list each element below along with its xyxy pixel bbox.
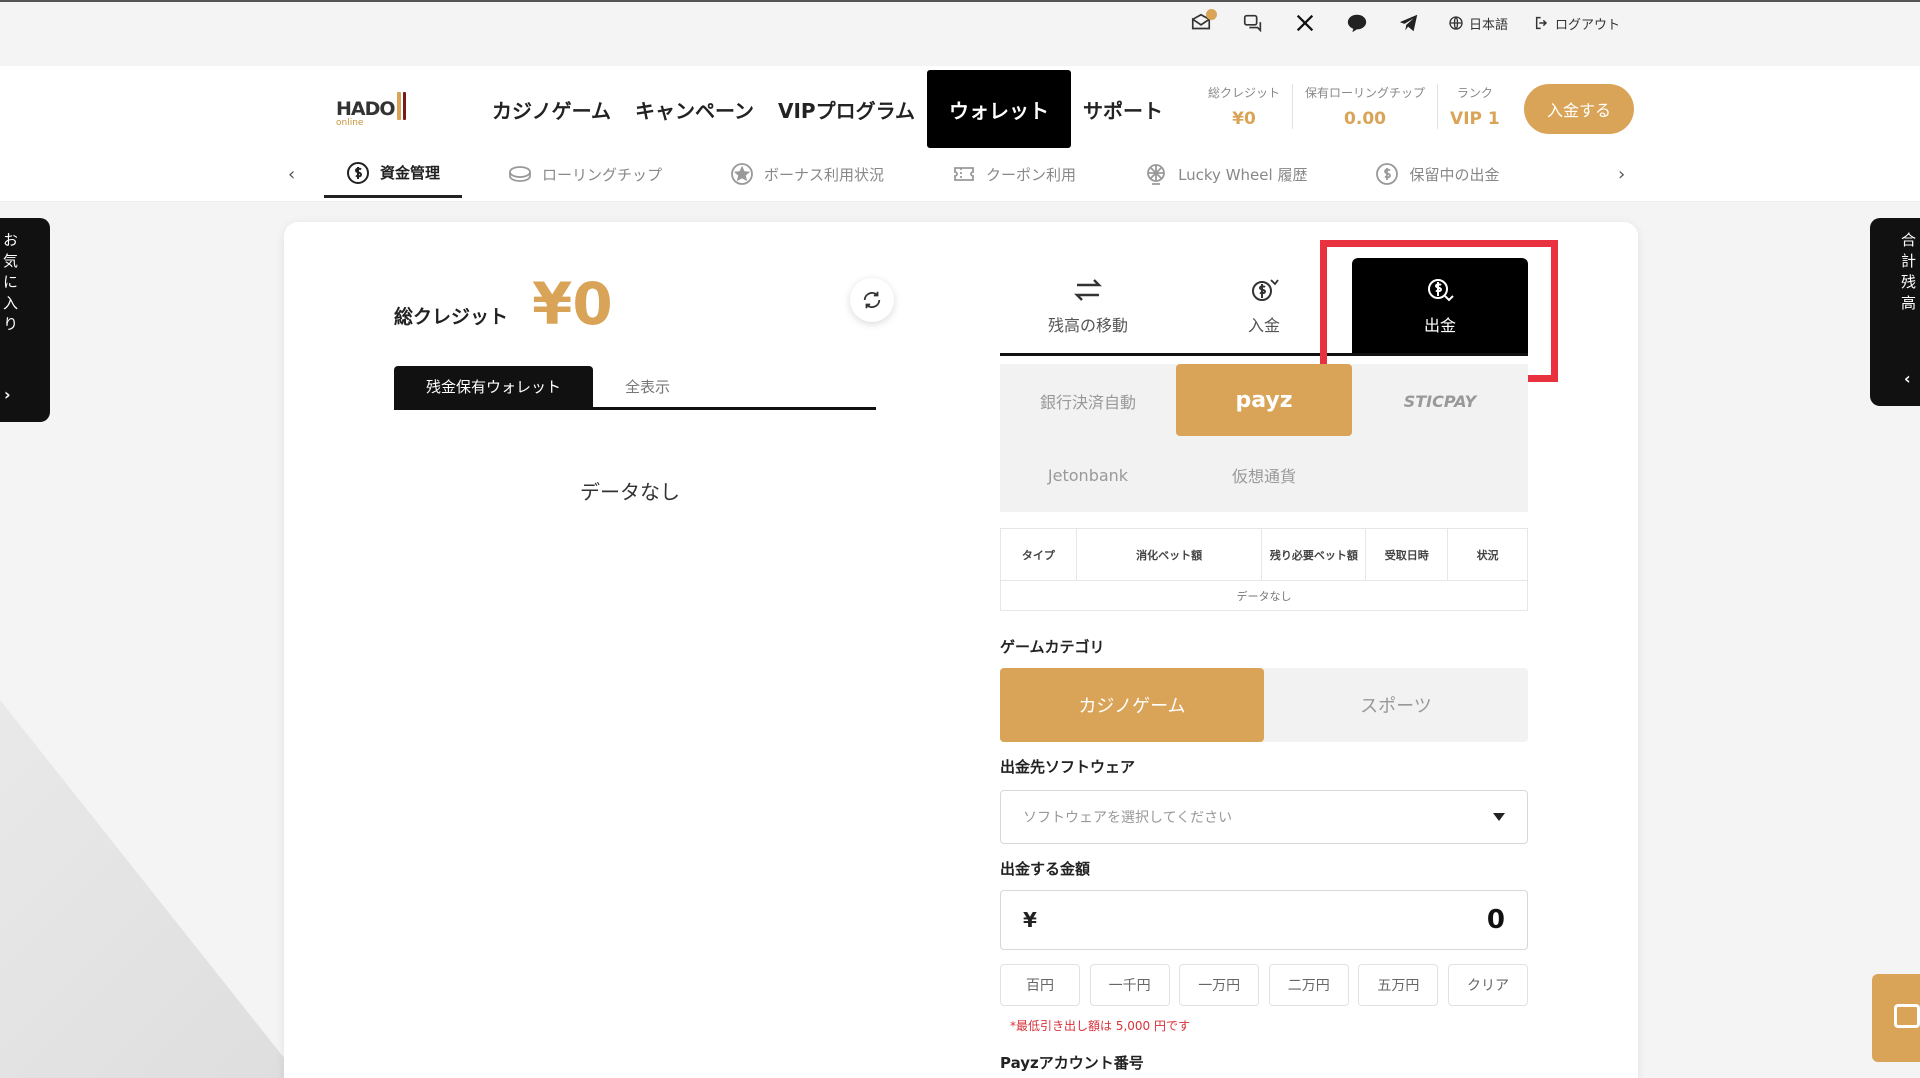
language-selector[interactable]: 日本語: [1448, 14, 1508, 33]
deposit-button[interactable]: 入金する: [1524, 84, 1634, 134]
clear-amount-button[interactable]: クリア: [1447, 964, 1528, 1006]
logout-label: ログアウト: [1554, 17, 1620, 33]
transfer-arrows-icon: [1074, 278, 1102, 301]
col-type: タイプ: [1000, 528, 1077, 581]
wallet-empty-message: データなし: [580, 480, 680, 504]
subnav-next-arrow-icon[interactable]: ›: [1618, 164, 1625, 185]
tab-balance-wallet[interactable]: 残金保有ウォレット: [394, 366, 594, 407]
chat-bubbles-icon[interactable]: [1240, 10, 1266, 36]
live-chat-button[interactable]: [1872, 974, 1920, 1062]
tab-deposit[interactable]: 入金: [1176, 258, 1352, 353]
main-nav: カジノゲーム キャンペーン VIPプログラム ウォレット サポート: [480, 70, 1175, 148]
nav-support[interactable]: サポート: [1071, 70, 1175, 148]
game-category-label: ゲームカテゴリ: [1000, 638, 1105, 656]
software-label: 出金先ソフトウェア: [1000, 758, 1136, 776]
quick-20000-button[interactable]: 二万円: [1268, 964, 1349, 1006]
minimum-withdrawal-note: *最低引き出し額は 5,000 円です: [1010, 1019, 1190, 1033]
x-twitter-icon[interactable]: [1292, 10, 1318, 36]
wallet-tabs: 残金保有ウォレット 全表示: [394, 366, 876, 410]
category-sports[interactable]: スポーツ: [1264, 668, 1528, 742]
caret-down-icon: [1493, 813, 1505, 821]
wheel-icon: [1147, 164, 1165, 185]
tab-balance-transfer[interactable]: 残高の移動: [1000, 258, 1176, 353]
deposit-icon: [1252, 278, 1279, 301]
site-logo[interactable]: HADO online: [336, 92, 406, 138]
withdraw-icon: [1428, 278, 1454, 301]
col-wagered: 消化ベット額: [1075, 528, 1263, 581]
amount-input[interactable]: [1205, 905, 1505, 935]
logout-link[interactable]: ログアウト: [1534, 14, 1620, 33]
method-crypto[interactable]: 仮想通貨: [1176, 438, 1352, 512]
nav-campaign[interactable]: キャンペーン: [623, 70, 766, 148]
quick-100-button[interactable]: 百円: [1000, 964, 1080, 1006]
currency-symbol: ¥: [1023, 908, 1037, 932]
chevron-right-icon: ›: [4, 385, 11, 404]
background-shape: [0, 700, 300, 1078]
quick-1000-button[interactable]: 一千円: [1089, 964, 1170, 1006]
software-placeholder: ソフトウェアを選択してください: [1023, 810, 1233, 826]
star-badge-icon: [731, 163, 753, 185]
col-status: 状況: [1447, 528, 1528, 581]
payz-account-label: Payzアカウント番号: [1000, 1054, 1144, 1072]
action-tabs: 残高の移動 入金 出金: [1000, 258, 1528, 356]
utility-bar: 日本語 ログアウト: [1188, 9, 1620, 36]
nav-casino-games[interactable]: カジノゲーム: [480, 70, 623, 148]
total-balance-side-tab[interactable]: 合計残高 ‹: [1870, 218, 1920, 406]
wallet-subnav: ‹ 資金管理 ローリングチップ ボーナス利用状況 クーポン利用 Lucky Wh…: [0, 150, 1920, 202]
game-category-selector: カジノゲーム スポーツ: [1000, 668, 1528, 742]
top-border: [0, 0, 1920, 2]
amount-field: ¥: [1000, 890, 1528, 950]
nav-wallet[interactable]: ウォレット: [926, 70, 1071, 148]
stat-rolling-chips: 保有ローリングチップ 0.00: [1293, 84, 1439, 129]
favorites-side-tab[interactable]: お気に入り ›: [0, 218, 50, 422]
total-credit-label: 総クレジット: [394, 306, 509, 328]
method-jetonbank[interactable]: Jetonbank: [1000, 438, 1176, 512]
tab-withdraw[interactable]: 出金: [1352, 258, 1528, 353]
subnav-fund-management[interactable]: 資金管理: [324, 150, 463, 198]
tab-show-all[interactable]: 全表示: [593, 366, 702, 407]
subnav-pending-withdrawal[interactable]: 保留中の出金: [1353, 150, 1521, 198]
notification-badge: [1205, 9, 1217, 20]
nav-vip-program[interactable]: VIPプログラム: [766, 70, 927, 148]
language-label: 日本語: [1468, 17, 1508, 33]
quick-50000-button[interactable]: 五万円: [1358, 964, 1439, 1006]
col-received-date: 受取日時: [1365, 528, 1449, 581]
telegram-icon[interactable]: [1396, 10, 1422, 36]
subnav-lucky-wheel-history[interactable]: Lucky Wheel 履歴: [1122, 150, 1329, 198]
chip-icon: [509, 166, 531, 182]
chat-icon: [1894, 1004, 1920, 1028]
wallet-card: 総クレジット ¥0 残金保有ウォレット 全表示 データなし 残高の移動 入金 出…: [284, 222, 1638, 1078]
logout-icon: [1535, 16, 1548, 30]
subnav-coupon-use[interactable]: クーポン利用: [930, 150, 1098, 198]
category-casino-game[interactable]: カジノゲーム: [1000, 668, 1264, 742]
main-header: HADO online カジノゲーム キャンペーン VIPプログラム ウォレット…: [0, 66, 1920, 150]
refresh-icon: [863, 291, 881, 309]
software-select[interactable]: ソフトウェアを選択してください: [1000, 790, 1528, 844]
mail-icon[interactable]: [1188, 9, 1217, 36]
subnav-prev-arrow-icon[interactable]: ‹: [288, 164, 295, 185]
chevron-left-icon: ‹: [1904, 369, 1911, 388]
globe-icon: [1449, 16, 1463, 30]
stat-rank: ランク VIP 1: [1450, 86, 1500, 129]
payment-methods: 銀行決済自動 payz STICPAY Jetonbank 仮想通貨: [1000, 364, 1528, 512]
coupon-icon: [954, 167, 974, 181]
method-bank-auto[interactable]: 銀行決済自動: [1000, 364, 1176, 438]
method-sticpay[interactable]: STICPAY: [1352, 364, 1528, 438]
subnav-bonus-status[interactable]: ボーナス利用状況: [708, 150, 906, 198]
rollover-table: タイプ 消化ベット額 残り必要ベット額 受取日時 状況 データなし: [1000, 528, 1528, 611]
method-payz[interactable]: payz: [1176, 364, 1352, 436]
col-remaining: 残り必要ベット額: [1261, 528, 1367, 581]
total-credit-value: ¥0: [532, 270, 613, 338]
dollar-circle-icon: [347, 161, 369, 184]
line-icon[interactable]: [1344, 10, 1370, 36]
amount-label: 出金する金額: [1000, 860, 1091, 878]
quick-10000-button[interactable]: 一万円: [1179, 964, 1260, 1006]
stat-total-credit: 総クレジット ¥0: [1196, 84, 1294, 129]
dollar-circle-icon: [1376, 163, 1399, 185]
refresh-button[interactable]: [850, 278, 894, 322]
account-stats: 総クレジット ¥0 保有ローリングチップ 0.00 ランク VIP 1: [1196, 84, 1512, 129]
subnav-rolling-chip[interactable]: ローリングチップ: [486, 150, 684, 198]
quick-amount-buttons: 百円 一千円 一万円 二万円 五万円 クリア: [1000, 964, 1528, 1006]
table-empty-message: データなし: [1236, 589, 1292, 603]
